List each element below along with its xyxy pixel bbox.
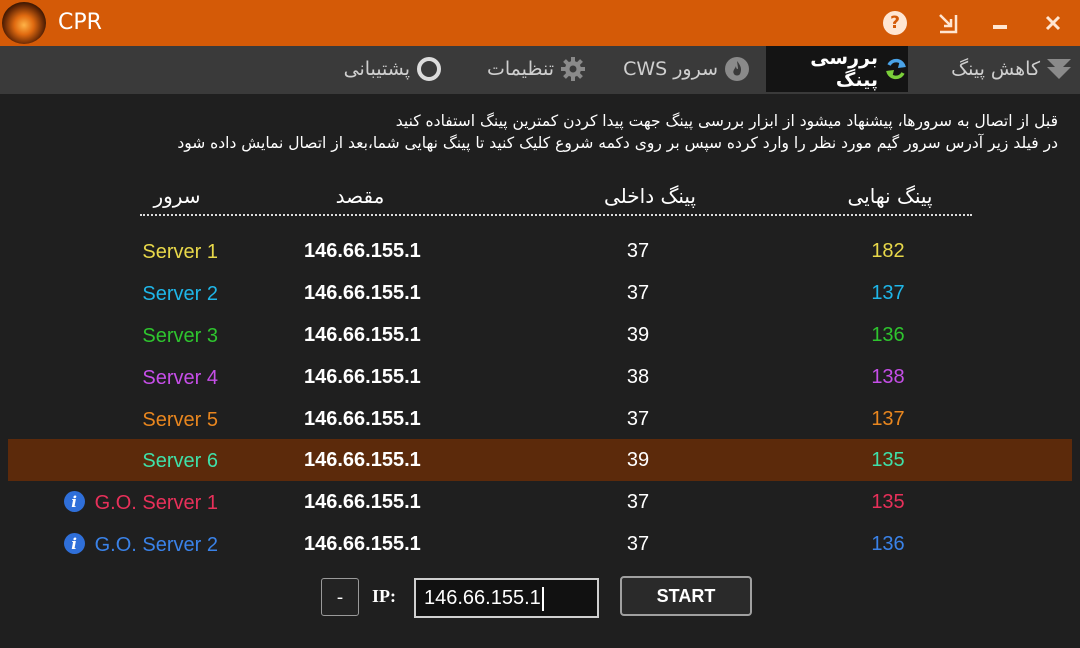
internal-ping: 37 [626,408,650,430]
ip-input[interactable]: 146.66.155.1 [414,578,599,618]
final-ping: 138 [871,366,905,388]
final-ping: 182 [871,240,905,262]
server-name: i G.O. Server 2 [18,523,218,565]
header-destination: مقصد [335,184,385,208]
tab-bar: کاهش پینگ بررسی پینگ سرور CWS تنظیمات پش… [0,46,1080,94]
tab-support[interactable]: پشتیبانی [326,46,442,92]
app-logo [2,2,46,44]
header-divider [140,214,972,216]
server-name: Server 4 [142,367,218,389]
table-row[interactable]: Server 1 146.66.155.1 37 182 [8,230,1072,272]
header-server: سرور [153,184,201,208]
description-line-2: در فیلد زیر آدرس سرور گیم مورد نظر را وا… [177,134,1058,152]
minimize-icon [993,25,1007,29]
server-ip: 146.66.155.1 [304,491,421,513]
server-name: i G.O. Server 1 [18,481,218,523]
close-icon [1045,15,1061,31]
flame-icon [724,56,750,82]
tab-reduce-ping-label: کاهش پینگ [951,58,1040,80]
server-ip: 146.66.155.1 [304,533,421,555]
server-ip: 146.66.155.1 [304,408,421,430]
title-bar[interactable]: CPR ? [0,0,1080,46]
ip-label: IP: [372,586,396,606]
server-name: Server 3 [142,325,218,347]
server-ip: 146.66.155.1 [304,366,421,388]
import-button[interactable] [933,8,963,38]
final-ping: 137 [871,408,905,430]
internal-ping: 38 [626,366,650,388]
table-row[interactable]: Server 5 146.66.155.1 37 137 [8,398,1072,440]
minimize-button[interactable] [985,8,1015,38]
tab-check-ping[interactable]: بررسی پینگ [766,46,908,92]
refresh-icon [884,57,908,81]
server-name: Server 1 [142,241,218,263]
header-final-ping: پینگ نهایی [847,184,933,208]
gear-icon [560,56,586,82]
close-button[interactable] [1038,8,1068,38]
tab-cws-server[interactable]: سرور CWS [610,46,750,92]
internal-ping: 37 [626,533,650,555]
final-ping: 137 [871,282,905,304]
server-name: Server 5 [142,409,218,431]
table-row[interactable]: i G.O. Server 1 146.66.155.1 37 135 [8,481,1072,523]
table-row[interactable]: Server 3 146.66.155.1 39 136 [8,314,1072,356]
help-icon: ? [883,11,907,35]
info-icon[interactable]: i [63,533,85,554]
table-row[interactable]: i G.O. Server 2 146.66.155.1 37 136 [8,523,1072,565]
internal-ping: 39 [626,449,650,471]
header-internal-ping: پینگ داخلی [603,184,696,208]
internal-ping: 37 [626,240,650,262]
tab-settings[interactable]: تنظیمات [474,46,586,92]
final-ping: 136 [871,324,905,346]
final-ping: 136 [871,533,905,555]
description: قبل از اتصال به سرورها، پیشنهاد میشود از… [8,110,1058,154]
server-ip: 146.66.155.1 [304,324,421,346]
final-ping: 135 [871,449,905,471]
tab-reduce-ping[interactable]: کاهش پینگ [932,46,1072,92]
import-icon [939,14,958,34]
server-name: Server 2 [142,283,218,305]
table-row[interactable]: Server 2 146.66.155.1 37 137 [8,272,1072,314]
tab-support-label: پشتیبانی [343,58,410,80]
table-row[interactable]: Server 4 146.66.155.1 38 138 [8,356,1072,398]
start-button[interactable]: START [620,576,752,616]
ring-icon [416,56,442,82]
ip-input-value: 146.66.155.1 [424,587,541,609]
description-line-1: قبل از اتصال به سرورها، پیشنهاد میشود از… [395,112,1058,130]
text-caret [541,586,544,611]
internal-ping: 37 [626,491,650,513]
help-button[interactable]: ? [880,8,910,38]
app-title: CPR [58,10,102,35]
server-ip: 146.66.155.1 [304,240,421,262]
server-ip: 146.66.155.1 [304,449,421,471]
tab-settings-label: تنظیمات [486,58,554,80]
server-ip: 146.66.155.1 [304,282,421,304]
final-ping: 135 [871,491,905,513]
info-icon[interactable]: i [63,491,85,512]
funnel-icon [1046,57,1072,81]
remove-button[interactable]: - [321,578,359,616]
internal-ping: 39 [626,324,650,346]
internal-ping: 37 [626,282,650,304]
server-name: Server 6 [142,450,218,472]
tab-cws-server-label: سرور CWS [623,58,718,80]
table-row[interactable]: Server 6 146.66.155.1 39 135 [8,439,1072,481]
tab-check-ping-label: بررسی پینگ [810,47,878,91]
